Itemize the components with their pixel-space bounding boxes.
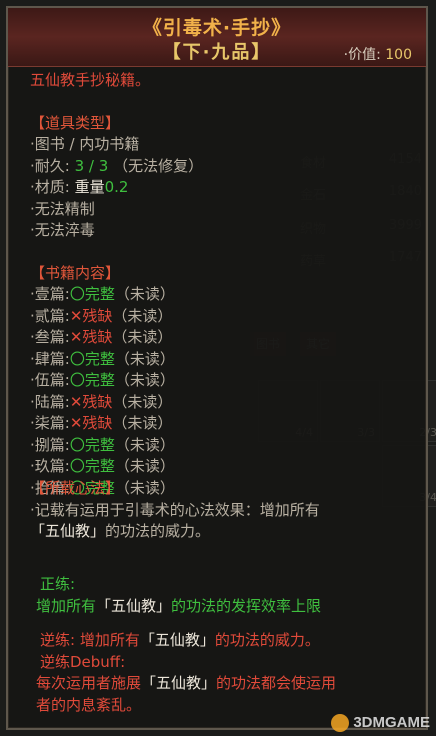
- chapter-read-status: （未读）: [114, 435, 175, 454]
- chapter-read-status: （未读）: [112, 328, 173, 346]
- chapter-name: ·陆篇:: [30, 392, 70, 411]
- item-value: ·价值: 100: [344, 44, 412, 64]
- forward-practice: 正练:: [40, 574, 426, 596]
- chapter-name: ·玖篇:: [30, 457, 70, 475]
- chapter-read-status: （未读）: [112, 392, 173, 411]
- chapter-name: ·捌篇:: [30, 435, 70, 454]
- section-header-method: 【所载心法】: [30, 479, 121, 497]
- chapter-read-status: （未读）: [112, 306, 173, 325]
- chapter-row: ·贰篇:✕残缺（未读）: [30, 306, 426, 328]
- chapter-read-status: （未读）: [112, 414, 173, 432]
- value-label: ·价值:: [343, 47, 381, 63]
- item-title: 《引毒术·手抄》: [142, 17, 292, 39]
- chapter-name: ·壹篇:: [30, 285, 70, 303]
- chapter-state: ✕残缺: [69, 414, 113, 432]
- chapter-state: 〇完整: [69, 435, 115, 454]
- chapter-row: ·壹篇:〇完整（未读）: [30, 284, 426, 306]
- method-line-1: ·记载有运用于引毒术的心法效果：增加所有: [30, 500, 320, 519]
- tooltip-content: 五仙教手抄秘籍。 【道具类型】 ·图书 / 内功书籍 ·耐久: 3 / 3 （无…: [30, 70, 426, 499]
- chapter-state: 〇完整: [69, 457, 115, 475]
- chapter-state: ✕残缺: [69, 328, 113, 346]
- method-section: 【所载心法】 ·记载有运用于引毒术的心法效果：增加所有 「五仙教」的功法的威力。: [30, 478, 426, 543]
- section-header-type: 【道具类型】: [30, 113, 121, 132]
- chapter-name: ·伍篇:: [30, 371, 70, 389]
- value-number: 100: [385, 47, 412, 63]
- chapter-name: ·叁篇:: [30, 328, 70, 346]
- chapter-row: ·柒篇:✕残缺（未读）: [30, 413, 426, 435]
- method-line-2: 「五仙教」的功法的威力。: [30, 522, 211, 540]
- chapter-name: ·柒篇:: [30, 414, 70, 432]
- chapter-state: ✕残缺: [69, 392, 113, 411]
- chapter-state: 〇完整: [69, 371, 115, 389]
- chapter-state: 〇完整: [69, 349, 115, 368]
- temper-status: ·无法淬毒: [30, 221, 95, 239]
- durability-value: 3 / 3: [74, 156, 109, 175]
- reverse-label: 逆练:: [40, 631, 76, 649]
- chapter-state: ✕残缺: [69, 306, 113, 325]
- site-watermark: 3DMGAME: [331, 714, 430, 732]
- item-type: ·图书 / 内功书籍: [30, 135, 140, 153]
- item-description: 五仙教手抄秘籍。: [30, 71, 151, 89]
- chapter-row: ·玖篇:〇完整（未读）: [30, 456, 426, 478]
- chapter-row: ·捌篇:〇完整（未读）: [30, 435, 426, 457]
- durability: ·耐久: 3 / 3 （无法修复）: [30, 156, 204, 175]
- debuff-effect: 每次运用者施展「五仙教」的功法都会使运用 者的内息紊乱。: [36, 674, 337, 714]
- material: ·材质: 重量0.2: [30, 178, 129, 196]
- reverse-practice: 逆练: 增加所有「五仙教」的功法的威力。 逆练Debuff:: [40, 630, 426, 673]
- chapter-read-status: （未读）: [114, 457, 175, 475]
- refine-status: ·无法精制: [30, 199, 95, 218]
- chapter-read-status: （未读）: [114, 349, 175, 368]
- chapter-name: ·肆篇:: [30, 349, 70, 368]
- chapter-row: ·叁篇:✕残缺（未读）: [30, 327, 426, 349]
- chapter-list: ·壹篇:〇完整（未读） ·贰篇:✕残缺（未读） ·叁篇:✕残缺（未读） ·肆篇:〇完整…: [30, 284, 426, 499]
- chapter-state: 〇完整: [69, 285, 115, 303]
- chapter-row: ·陆篇:✕残缺（未读）: [30, 392, 426, 414]
- forward-effect: 增加所有「五仙教」的功法的发挥效率上限: [36, 597, 322, 615]
- forward-label: 正练:: [40, 575, 76, 593]
- chapter-read-status: （未读）: [114, 371, 175, 389]
- chapter-row: ·肆篇:〇完整（未读）: [30, 349, 426, 371]
- material-weight: 0.2: [104, 178, 129, 196]
- section-header-book: 【书籍内容】: [30, 263, 121, 282]
- chapter-row: ·伍篇:〇完整（未读）: [30, 370, 426, 392]
- watermark-logo-icon: [331, 714, 350, 732]
- chapter-name: ·贰篇:: [30, 306, 70, 325]
- debuff-label: 逆练Debuff:: [40, 652, 126, 671]
- chapter-read-status: （未读）: [114, 285, 175, 303]
